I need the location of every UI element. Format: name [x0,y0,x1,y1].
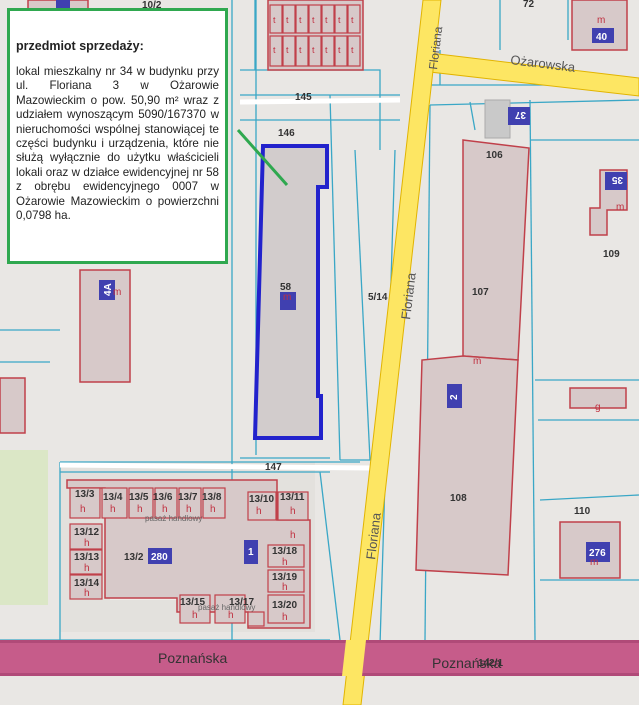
parcel-label-142-1: 142/1 [478,658,503,669]
building-number-280: 280 [151,552,168,563]
street-label-poznanska-left: Poznańska [158,650,227,666]
parcel-label-13-6: 13/6 [153,492,173,503]
symbol-m-107: m [473,356,481,367]
symbol-h-13-12: h [84,538,90,549]
symbol-h-13-11: h [290,506,296,517]
symbol-h-13-19: h [282,582,288,593]
parcel-label-107: 107 [472,287,489,298]
poznanska-street-edge-bottom [0,673,639,676]
passage-label-2: pasaż handlowy [198,603,255,612]
symbol-h-13-18: h [282,557,288,568]
parcel-label-13-2: 13/2 [124,552,144,563]
building-number-40: 40 [596,32,608,43]
parcel-label-13-8: 13/8 [202,492,222,503]
parcel-label-110: 110 [574,506,591,517]
symbol-h-13-4: h [110,504,116,515]
parcel-label-106: 106 [486,150,503,161]
parcel-label-5-14: 5/14 [368,292,388,303]
grey-shed [484,99,511,139]
symbol-h-13-5: h [137,504,143,515]
parcel-label-147: 147 [265,462,282,473]
symbol-h-13-14: h [84,588,90,599]
parcel-label-13-12: 13/12 [74,527,99,538]
parcel-label-145: 145 [295,92,312,103]
poznanska-street [0,640,639,676]
parcel-label-146: 146 [278,128,295,139]
garage-blocks [269,4,361,67]
parcel-label-109: 109 [603,249,620,260]
floriana-crossing [342,640,366,676]
symbol-m-276: m [590,557,598,568]
building-number-2: 2 [449,394,460,400]
parcel-label-13-7: 13/7 [178,492,198,503]
symbol-h-13-20: h [282,612,288,623]
sale-info-box: przedmiot sprzedaży: lokal mieszkalny nr… [7,8,228,264]
building-number-37: 37 [514,109,526,120]
parcel-label-13-11: 13/11 [280,492,305,503]
symbol-g: g [595,402,601,413]
parcel-label-13-4: 13/4 [103,492,123,503]
symbol-h-13-8: h [210,504,216,515]
parcel-label-13-3: 13/3 [75,489,95,500]
symbol-h-13-10: h [256,506,262,517]
sale-info-title: przedmiot sprzedaży: [16,39,144,53]
symbol-h-13-11b: h [290,530,296,541]
poznanska-street-edge [0,640,639,643]
parcel-label-72: 72 [523,0,535,10]
symbol-h-13-3: h [80,504,86,515]
parcel-label-13-5: 13/5 [129,492,149,503]
symbol-m-58: m [283,292,291,303]
building-number-35: 35 [611,174,623,185]
building-number-1: 1 [248,547,254,558]
parcel-label-13-18: 13/18 [272,546,297,557]
vegetation-area [0,450,48,605]
parcel-label-13-10: 13/10 [249,494,274,505]
symbol-m-40: m [597,15,605,26]
symbol-m-35: m [616,202,624,213]
passage-label-1: pasaż handlowy [145,514,202,523]
symbol-h-13-13: h [84,563,90,574]
symbol-m-4a: m [113,287,121,298]
parcel-label-108: 108 [450,493,467,504]
symbol-h-13-15: h [192,610,198,621]
parcel-label-13-20: 13/20 [272,600,297,611]
parcel-label-13-13: 13/13 [74,552,99,563]
map-view[interactable]: Floriana Floriana Floriana Ożarowska Poz… [0,0,639,705]
sale-info-body: lokal mieszkalny nr 34 w budynku przy ul… [16,65,219,223]
